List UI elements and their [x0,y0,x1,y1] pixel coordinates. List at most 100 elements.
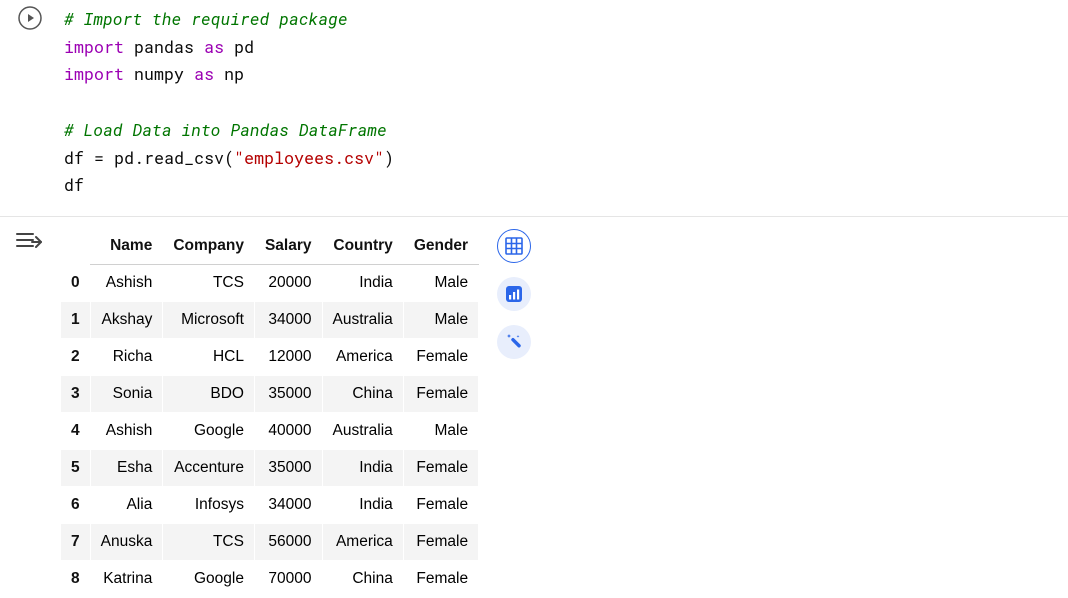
cell: India [322,487,403,524]
cell: Accenture [163,450,255,487]
dataframe-body: 0 Ashish TCS 20000 India Male 1 Akshay M… [61,265,479,598]
string-literal: "employees.csv" [234,148,384,169]
equals: = [94,148,104,169]
chart-button[interactable] [497,277,531,311]
module-name: numpy [134,64,184,85]
row-index: 7 [61,524,91,561]
table-row: 3 Sonia BDO 35000 China Female [61,376,479,413]
col-header: Country [322,228,403,265]
table-row: 5 Esha Accenture 35000 India Female [61,450,479,487]
cell: HCL [163,339,255,376]
col-header: Name [90,228,163,265]
row-index: 8 [61,561,91,598]
cell: Male [403,413,478,450]
table-row: 7 Anuska TCS 56000 America Female [61,524,479,561]
cell: Australia [322,413,403,450]
kw-as: as [204,37,224,58]
cell: 56000 [254,524,322,561]
interactive-table-button[interactable] [497,229,531,263]
dataframe-table: Name Company Salary Country Gender 0 Ash… [60,227,479,598]
cell: Ashish [90,265,163,302]
cell: Richa [90,339,163,376]
row-index: 5 [61,450,91,487]
output-cell: Name Company Salary Country Gender 0 Ash… [0,217,1068,598]
cell: China [322,376,403,413]
cell: 40000 [254,413,322,450]
col-header: Company [163,228,255,265]
dataframe-head: Name Company Salary Country Gender [61,228,479,265]
kw-import: import [64,37,124,58]
table-row: 1 Akshay Microsoft 34000 Australia Male [61,302,479,339]
row-index: 2 [61,339,91,376]
col-header: Gender [403,228,478,265]
code-comment: # Import the required package [64,9,348,30]
cell: BDO [163,376,255,413]
table-icon [505,237,523,255]
output-body: Name Company Salary Country Gender 0 Ash… [60,227,531,598]
cell: Akshay [90,302,163,339]
cell: Google [163,561,255,598]
cell: Female [403,450,478,487]
cell: Female [403,339,478,376]
cell: Google [163,413,255,450]
variable: df [64,148,84,169]
index-header [61,228,91,265]
cell: Male [403,302,478,339]
cell: China [322,561,403,598]
cell: 20000 [254,265,322,302]
cell: 34000 [254,487,322,524]
cell: India [322,265,403,302]
cell: Katrina [90,561,163,598]
call: pd.read_csv( [114,148,234,169]
paren-close: ) [384,148,394,169]
cell: Sonia [90,376,163,413]
cell: Anuska [90,524,163,561]
cell: Infosys [163,487,255,524]
module-name: pandas [134,37,194,58]
kw-as: as [194,64,214,85]
execute-output-icon[interactable] [16,227,42,253]
table-row: 8 Katrina Google 70000 China Female [61,561,479,598]
output-tools [497,227,531,359]
cell: TCS [163,265,255,302]
cell: America [322,524,403,561]
row-index: 1 [61,302,91,339]
cell-gutter [0,2,60,30]
play-icon [18,6,42,30]
cell: 70000 [254,561,322,598]
code-cell: # Import the required package import pan… [0,0,1068,210]
bar-chart-icon [505,285,523,303]
row-index: 4 [61,413,91,450]
cell: Australia [322,302,403,339]
row-index: 3 [61,376,91,413]
cell: America [322,339,403,376]
cell: Ashish [90,413,163,450]
cell: Alia [90,487,163,524]
header-row: Name Company Salary Country Gender [61,228,479,265]
cell: 34000 [254,302,322,339]
alias: pd [234,37,254,58]
kw-import: import [64,64,124,85]
cell: Male [403,265,478,302]
cell: Esha [90,450,163,487]
cell: Female [403,487,478,524]
cell: 35000 [254,376,322,413]
run-button[interactable] [18,6,42,30]
table-row: 2 Richa HCL 12000 America Female [61,339,479,376]
alias: np [224,64,244,85]
cell: TCS [163,524,255,561]
row-index: 0 [61,265,91,302]
code-comment: # Load Data into Pandas DataFrame [64,120,387,141]
magic-wand-icon [504,332,524,352]
magic-wand-button[interactable] [497,325,531,359]
cell: 35000 [254,450,322,487]
code-editor[interactable]: # Import the required package import pan… [60,2,1068,210]
variable: df [64,175,84,196]
col-header: Salary [254,228,322,265]
cell: Female [403,561,478,598]
cell: Microsoft [163,302,255,339]
cell: India [322,450,403,487]
cell: 12000 [254,339,322,376]
table-row: 4 Ashish Google 40000 Australia Male [61,413,479,450]
cell: Female [403,376,478,413]
